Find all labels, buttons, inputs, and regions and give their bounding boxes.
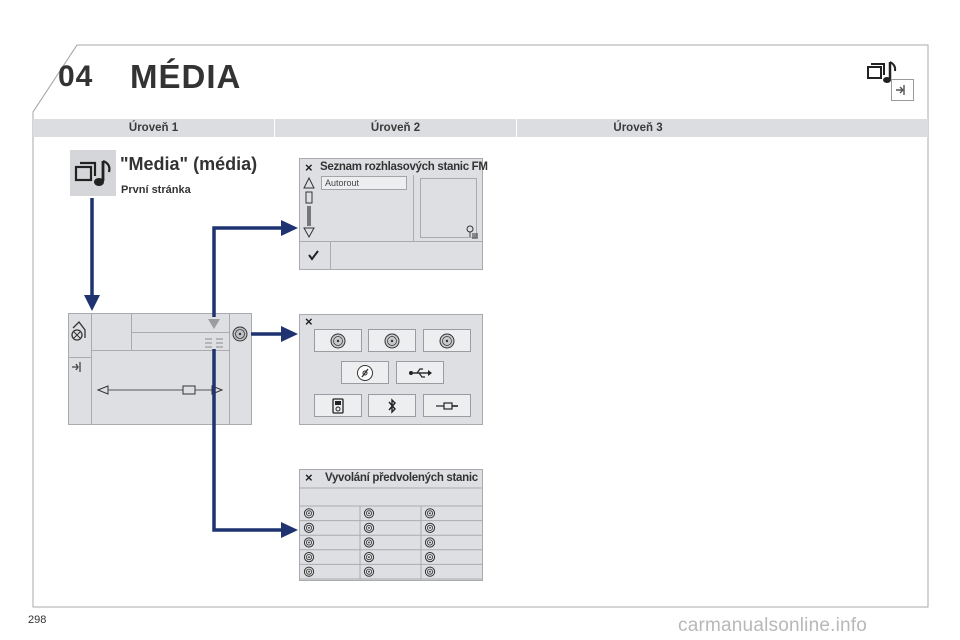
- arrow-to-presets: [212, 349, 298, 538]
- arrow-to-source-select: [251, 326, 298, 342]
- watermark: carmanualsonline.info: [678, 615, 868, 636]
- arrow-media-to-screen: [84, 198, 100, 311]
- arrow-to-fm-list: [212, 220, 298, 317]
- page-number: 298: [28, 614, 47, 626]
- flow-arrows: [84, 198, 298, 538]
